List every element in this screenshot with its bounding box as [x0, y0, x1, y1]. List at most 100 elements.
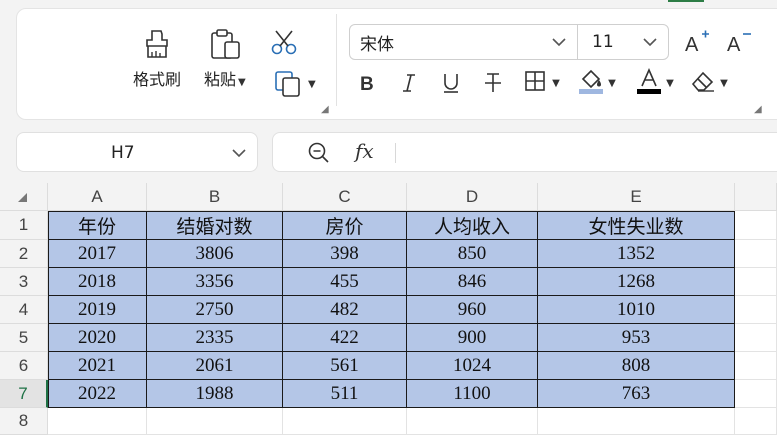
- table-cell[interactable]: 808: [538, 352, 735, 380]
- svg-text:A: A: [727, 34, 741, 56]
- top-accent-bar: [668, 0, 704, 2]
- chevron-down-icon: ▼: [720, 77, 728, 89]
- spreadsheet-grid: A B C D E 1 2 3 4 5 6 7 8 年份 结婚对数 房价 人均收入 女性失业数 2017 3806 39…: [0, 183, 777, 435]
- clipboard-launcher-icon[interactable]: ◢: [321, 104, 329, 115]
- cut-button[interactable]: [270, 30, 298, 56]
- clear-button[interactable]: ▼: [686, 68, 732, 98]
- table-cell[interactable]: 900: [407, 324, 538, 352]
- format-painter-button[interactable]: 格式刷: [133, 28, 181, 90]
- table-cell[interactable]: 422: [283, 324, 407, 352]
- table-cell[interactable]: 1352: [538, 240, 735, 268]
- format-painter-icon: [142, 28, 172, 60]
- table-cell[interactable]: 1988: [147, 380, 283, 408]
- chevron-down-icon[interactable]: [231, 145, 247, 165]
- row-header-2[interactable]: 2: [0, 240, 48, 268]
- table-cell[interactable]: 850: [407, 240, 538, 268]
- header-cell[interactable]: 房价: [283, 211, 407, 240]
- strikethrough-icon[interactable]: [478, 68, 508, 98]
- table-cell[interactable]: 2019: [48, 296, 147, 324]
- grow-font-icon[interactable]: A: [683, 28, 711, 56]
- empty-cell[interactable]: [538, 408, 735, 435]
- fill-color-button[interactable]: ▼: [574, 68, 620, 98]
- column-header-a[interactable]: A: [48, 183, 147, 211]
- empty-cell[interactable]: [735, 380, 777, 408]
- font-color-button[interactable]: ▼: [632, 68, 678, 98]
- table-cell[interactable]: 2061: [147, 352, 283, 380]
- font-launcher-icon[interactable]: ◢: [754, 104, 762, 115]
- header-cell[interactable]: 女性失业数: [538, 211, 735, 240]
- name-box[interactable]: H7: [16, 132, 258, 172]
- font-size-value: 11: [592, 32, 614, 52]
- paste-icon: [208, 28, 242, 60]
- copy-icon: [274, 70, 302, 98]
- table-cell[interactable]: 511: [283, 380, 407, 408]
- chevron-down-icon[interactable]: ▼: [308, 79, 316, 90]
- paste-button[interactable]: 粘贴 ▼: [204, 28, 246, 90]
- italic-icon[interactable]: [394, 68, 424, 98]
- empty-cell[interactable]: [735, 296, 777, 324]
- bold-icon[interactable]: B: [352, 68, 382, 98]
- header-cell[interactable]: 年份: [48, 211, 147, 240]
- font-size-dropdown[interactable]: 11: [578, 25, 668, 59]
- table-cell[interactable]: 3806: [147, 240, 283, 268]
- format-toolbar: B ▼ ▼ ▼ ▼: [352, 68, 732, 98]
- chevron-down-icon: ▼: [552, 77, 560, 89]
- column-header-f[interactable]: [735, 183, 777, 211]
- table-cell[interactable]: 1100: [407, 380, 538, 408]
- row-header-4[interactable]: 4: [0, 296, 48, 324]
- empty-cell[interactable]: [407, 408, 538, 435]
- empty-cell[interactable]: [735, 268, 777, 296]
- table-cell[interactable]: 1024: [407, 352, 538, 380]
- table-cell[interactable]: 482: [283, 296, 407, 324]
- chevron-down-icon[interactable]: ▼: [238, 77, 246, 88]
- font-color-icon: [636, 67, 662, 99]
- table-cell[interactable]: 3356: [147, 268, 283, 296]
- table-cell[interactable]: 2018: [48, 268, 147, 296]
- empty-cell[interactable]: [48, 408, 147, 435]
- borders-button[interactable]: ▼: [520, 68, 564, 98]
- paste-label: 粘贴: [204, 70, 237, 89]
- table-cell[interactable]: 2020: [48, 324, 147, 352]
- table-cell[interactable]: 2750: [147, 296, 283, 324]
- underline-icon[interactable]: [436, 68, 466, 98]
- insert-function-icon[interactable]: fx: [355, 139, 374, 163]
- row-header-6[interactable]: 6: [0, 352, 48, 380]
- table-cell[interactable]: 846: [407, 268, 538, 296]
- column-header-d[interactable]: D: [407, 183, 538, 211]
- header-cell[interactable]: 结婚对数: [147, 211, 283, 240]
- row-header-1[interactable]: 1: [0, 211, 48, 240]
- row-header-8[interactable]: 8: [0, 408, 48, 435]
- empty-cell[interactable]: [735, 240, 777, 268]
- row-header-7[interactable]: 7: [0, 380, 48, 408]
- cut-icon: [270, 30, 298, 56]
- table-cell[interactable]: 960: [407, 296, 538, 324]
- row-header-3[interactable]: 3: [0, 268, 48, 296]
- column-header-b[interactable]: B: [147, 183, 283, 211]
- font-name-dropdown[interactable]: 宋体: [350, 25, 578, 59]
- empty-cell[interactable]: [735, 211, 777, 240]
- table-cell[interactable]: 1268: [538, 268, 735, 296]
- select-all-button[interactable]: [0, 183, 48, 211]
- row-header-5[interactable]: 5: [0, 324, 48, 352]
- zoom-icon[interactable]: [307, 141, 331, 165]
- table-cell[interactable]: 2021: [48, 352, 147, 380]
- column-header-c[interactable]: C: [283, 183, 407, 211]
- copy-button[interactable]: ▼: [274, 70, 316, 98]
- empty-cell[interactable]: [735, 324, 777, 352]
- header-cell[interactable]: 人均收入: [407, 211, 538, 240]
- table-cell[interactable]: 561: [283, 352, 407, 380]
- table-cell[interactable]: 2022: [48, 380, 147, 408]
- table-cell[interactable]: 455: [283, 268, 407, 296]
- shrink-font-icon[interactable]: A: [725, 28, 753, 56]
- empty-cell[interactable]: [735, 352, 777, 380]
- table-cell[interactable]: 2017: [48, 240, 147, 268]
- empty-cell[interactable]: [147, 408, 283, 435]
- table-cell[interactable]: 1010: [538, 296, 735, 324]
- table-cell[interactable]: 398: [283, 240, 407, 268]
- table-cell[interactable]: 953: [538, 324, 735, 352]
- empty-cell[interactable]: [735, 408, 777, 435]
- column-header-e[interactable]: E: [538, 183, 735, 211]
- table-cell[interactable]: 763: [538, 380, 735, 408]
- table-cell[interactable]: 2335: [147, 324, 283, 352]
- empty-cell[interactable]: [283, 408, 407, 435]
